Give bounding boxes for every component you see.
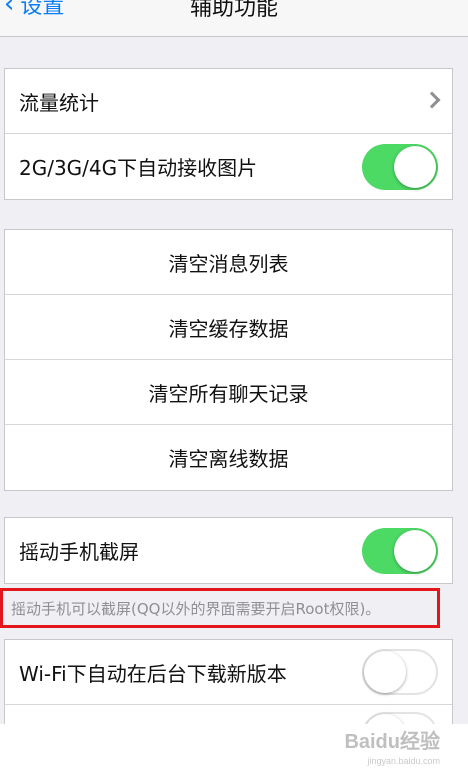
auto-receive-images-label: 2G/3G/4G下自动接收图片 (19, 156, 258, 180)
chevron-right-icon (423, 91, 441, 109)
wifi-auto-download-row: Wi-Fi下自动在后台下载新版本 (5, 640, 452, 705)
clear-offline-data-button[interactable]: 清空离线数据 (5, 425, 452, 490)
toggle-knob (364, 651, 406, 693)
clear-message-list-label: 清空消息列表 (168, 251, 289, 276)
traffic-stats-label: 流量统计 (19, 90, 99, 115)
navigation-bar: ‹ 设置 辅助功能 (0, 0, 468, 37)
traffic-stats-row[interactable]: 流量统计 (5, 69, 452, 134)
settings-group-clear: 清空消息列表 清空缓存数据 清空所有聊天记录 清空离线数据 (4, 229, 453, 491)
shake-screenshot-toggle[interactable] (362, 527, 438, 574)
shake-screenshot-label: 摇动手机截屏 (19, 540, 139, 564)
shake-screenshot-footnote: 摇动手机可以截屏(QQ以外的界面需要开启Root权限)。 (0, 588, 440, 628)
wifi-auto-download-toggle[interactable] (362, 649, 438, 695)
toggle-knob (394, 529, 436, 572)
bottom-area: Baidu经验 jingyan.baidu.com (0, 724, 468, 772)
settings-group-update: Wi-Fi下自动在后台下载新版本 (4, 639, 453, 727)
auto-receive-images-row: 2G/3G/4G下自动接收图片 (5, 134, 452, 199)
clear-cache-label: 清空缓存数据 (168, 316, 289, 341)
clear-cache-button[interactable]: 清空缓存数据 (5, 295, 452, 360)
settings-group-data: 流量统计 2G/3G/4G下自动接收图片 (4, 68, 453, 200)
clear-message-list-button[interactable]: 清空消息列表 (5, 230, 452, 295)
auto-receive-images-toggle[interactable] (362, 143, 438, 190)
baidu-watermark: Baidu经验 (344, 731, 440, 753)
toggle-knob (394, 145, 436, 188)
settings-group-shake: 摇动手机截屏 (4, 517, 453, 584)
clear-chat-history-button[interactable]: 清空所有聊天记录 (5, 360, 452, 425)
page-title: 辅助功能 (189, 0, 278, 21)
shake-screenshot-row: 摇动手机截屏 (5, 518, 452, 583)
baidu-watermark-url: jingyan.baidu.com (367, 756, 440, 766)
wifi-auto-download-label: Wi-Fi下自动在后台下载新版本 (19, 661, 287, 686)
clear-offline-data-label: 清空离线数据 (168, 447, 289, 471)
clear-chat-history-label: 清空所有聊天记录 (148, 381, 309, 406)
